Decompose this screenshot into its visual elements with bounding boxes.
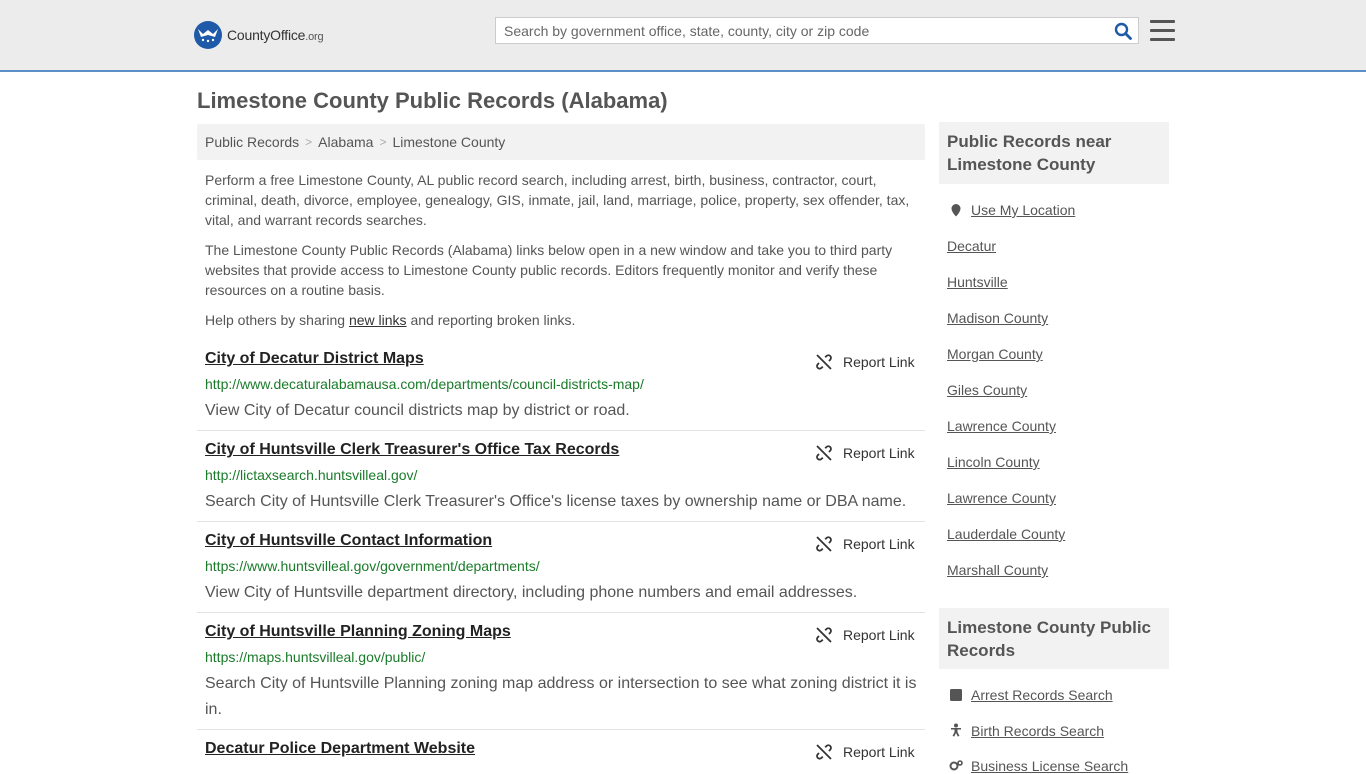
- report-link-label: Report Link: [843, 536, 915, 552]
- report-link-button[interactable]: Report Link: [816, 352, 915, 372]
- report-link-button[interactable]: Report Link: [816, 625, 915, 645]
- record-item: City of Huntsville Contact Information R…: [197, 532, 925, 613]
- search-icon[interactable]: [1114, 22, 1132, 40]
- report-link-label: Report Link: [843, 627, 915, 643]
- site-logo[interactable]: CountyOffice.org: [194, 20, 324, 50]
- record-url[interactable]: https://maps.huntsvilleal.gov/public/: [205, 649, 425, 665]
- record-title-link[interactable]: City of Huntsville Contact Information: [205, 532, 492, 550]
- nearby-link[interactable]: Morgan County: [947, 346, 1043, 362]
- broken-link-icon: [816, 627, 832, 643]
- page-title: Limestone County Public Records (Alabama…: [197, 88, 668, 113]
- record-url[interactable]: https://www.huntsvilleal.gov/government/…: [205, 558, 540, 574]
- breadcrumb-separator: >: [305, 135, 313, 149]
- report-link-button[interactable]: Report Link: [816, 534, 915, 554]
- broken-link-icon: [816, 354, 832, 370]
- nearby-link[interactable]: Marshall County: [947, 562, 1048, 578]
- record-title-link[interactable]: City of Huntsville Clerk Treasurer's Off…: [205, 441, 619, 459]
- record-description: Search City of Huntsville Clerk Treasure…: [205, 493, 907, 510]
- baby-icon: [951, 723, 961, 737]
- record-description: View City of Huntsville department direc…: [205, 584, 858, 601]
- breadcrumb-alabama[interactable]: Alabama: [318, 134, 373, 150]
- nearby-link[interactable]: Lawrence County: [947, 418, 1056, 434]
- record-item: City of Decatur District Maps Report Lin…: [197, 350, 925, 431]
- search-box: [495, 17, 1139, 44]
- sidebar-heading-nearby: Public Records near Limestone County: [939, 122, 1169, 184]
- search-input[interactable]: [496, 18, 1112, 43]
- report-link-label: Report Link: [843, 445, 915, 461]
- nearby-link[interactable]: Decatur: [947, 238, 996, 254]
- new-links-link[interactable]: new links: [349, 312, 407, 328]
- site-header: CountyOffice.org: [0, 0, 1366, 72]
- nearby-link[interactable]: Madison County: [947, 310, 1048, 326]
- intro-paragraph-1: Perform a free Limestone County, AL publ…: [205, 172, 910, 228]
- breadcrumb-public-records[interactable]: Public Records: [205, 134, 299, 150]
- use-my-location-link[interactable]: Use My Location: [971, 202, 1075, 218]
- nearby-link[interactable]: Lauderdale County: [947, 526, 1065, 542]
- broken-link-icon: [816, 536, 832, 552]
- intro-paragraph-3: Help others by sharing new links and rep…: [205, 312, 576, 328]
- eagle-seal-icon: [194, 21, 222, 49]
- sidebar-heading-county-records: Limestone County Public Records: [939, 608, 1169, 669]
- report-link-button[interactable]: Report Link: [816, 742, 915, 762]
- record-title-link[interactable]: City of Huntsville Planning Zoning Maps: [205, 623, 511, 641]
- logo-text: CountyOffice.org: [227, 27, 324, 43]
- record-item: Decatur Police Department Website Report…: [197, 740, 925, 768]
- broken-link-icon: [816, 744, 832, 760]
- record-description: View City of Decatur council districts m…: [205, 402, 630, 419]
- breadcrumb: Public Records > Alabama > Limestone Cou…: [197, 124, 925, 160]
- record-description: Search City of Huntsville Planning zonin…: [205, 675, 917, 718]
- nearby-link[interactable]: Giles County: [947, 382, 1027, 398]
- broken-link-icon: [816, 445, 832, 461]
- record-item: City of Huntsville Planning Zoning Maps …: [197, 623, 925, 730]
- nearby-link[interactable]: Lawrence County: [947, 490, 1056, 506]
- hamburger-menu-icon[interactable]: [1150, 20, 1175, 42]
- business-license-search-link[interactable]: Business License Search: [971, 758, 1128, 774]
- arrest-record-icon: [950, 689, 962, 701]
- gears-icon: [949, 760, 963, 771]
- intro-paragraph-2: The Limestone County Public Records (Ala…: [205, 242, 893, 298]
- record-url[interactable]: http://lictaxsearch.huntsvilleal.gov/: [205, 467, 417, 483]
- nearby-link[interactable]: Lincoln County: [947, 454, 1040, 470]
- report-link-label: Report Link: [843, 354, 915, 370]
- nearby-link[interactable]: Huntsville: [947, 274, 1008, 290]
- record-url[interactable]: http://www.decaturalabamausa.com/departm…: [205, 376, 644, 392]
- arrest-records-search-link[interactable]: Arrest Records Search: [971, 687, 1113, 703]
- location-pin-icon: [951, 204, 961, 217]
- breadcrumb-limestone-county[interactable]: Limestone County: [392, 134, 505, 150]
- breadcrumb-separator: >: [379, 135, 387, 149]
- record-item: City of Huntsville Clerk Treasurer's Off…: [197, 441, 925, 522]
- record-title-link[interactable]: Decatur Police Department Website: [205, 740, 475, 758]
- birth-records-search-link[interactable]: Birth Records Search: [971, 723, 1104, 739]
- record-title-link[interactable]: City of Decatur District Maps: [205, 350, 424, 368]
- report-link-button[interactable]: Report Link: [816, 443, 915, 463]
- report-link-label: Report Link: [843, 744, 915, 760]
